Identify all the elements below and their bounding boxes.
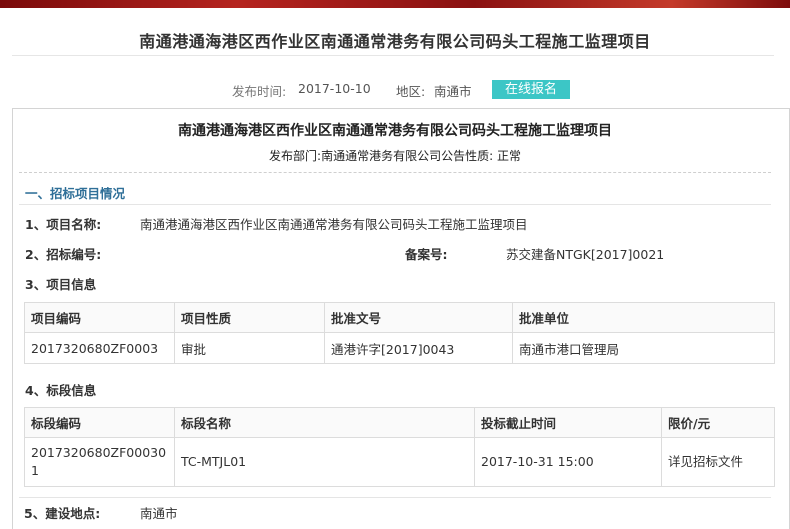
table-header: 限价/元 xyxy=(661,407,775,438)
project-name-value: 南通港通海港区西作业区南通通常港务有限公司码头工程施工监理项目 xyxy=(140,217,528,232)
table-header: 标段编码 xyxy=(24,407,175,438)
region-value: 南通市 xyxy=(434,84,472,99)
publish-time-value: 2017-10-10 xyxy=(298,81,371,96)
record-number-value: 苏交建备NTGK[2017]0021 xyxy=(506,247,665,262)
section-heading: 一、招标项目情况 xyxy=(25,186,126,201)
table-header: 批准单位 xyxy=(512,302,775,333)
document-subtitle: 发布部门:南通通常港务有限公司公告性质: 正常 xyxy=(0,147,790,164)
dept-label: 发布部门: xyxy=(269,149,322,163)
table-header: 标段名称 xyxy=(174,407,475,438)
table-cell: TC-MTJL01 xyxy=(174,437,475,487)
top-banner xyxy=(0,0,790,8)
table-cell: 审批 xyxy=(174,332,325,364)
record-number-label: 备案号: xyxy=(405,247,448,262)
construction-site-value: 南通市 xyxy=(140,506,178,521)
table-cell: 2017-10-31 15:00 xyxy=(474,437,662,487)
table-header-row: 标段编码 标段名称 投标截止时间 限价/元 xyxy=(24,407,775,438)
page-title: 南通港通海港区西作业区南通通常港务有限公司码头工程施工监理项目 xyxy=(139,32,651,51)
dashed-divider xyxy=(19,172,771,173)
section-info-table: 标段编码 标段名称 投标截止时间 限价/元 2017320680ZF000301… xyxy=(24,407,775,487)
publish-time-label: 发布时间: xyxy=(232,84,287,99)
table-cell: 详见招标文件 xyxy=(661,437,775,487)
construction-site-label: 5、建设地点: xyxy=(24,506,101,521)
nature-label: 公告性质: xyxy=(441,149,494,163)
table-header: 项目编码 xyxy=(24,302,175,333)
table-cell: 通港许字[2017]0043 xyxy=(324,332,513,364)
online-signup-button[interactable]: 在线报名 xyxy=(492,80,570,99)
table-cell: 南通市港口管理局 xyxy=(512,332,775,364)
table-row: 2017320680ZF000301 TC-MTJL01 2017-10-31 … xyxy=(24,437,775,487)
region-label: 地区: xyxy=(396,84,426,99)
table-header: 批准文号 xyxy=(324,302,513,333)
divider xyxy=(19,497,771,498)
nature-value: 正常 xyxy=(496,149,521,163)
divider xyxy=(12,55,774,56)
table-header: 投标截止时间 xyxy=(474,407,662,438)
table-header-row: 项目编码 项目性质 批准文号 批准单位 xyxy=(24,302,775,333)
section-info-heading: 4、标段信息 xyxy=(25,383,97,398)
dept-value: 南通通常港务有限公司 xyxy=(321,149,442,163)
table-header: 项目性质 xyxy=(174,302,325,333)
document-title: 南通港通海港区西作业区南通通常港务有限公司码头工程施工监理项目 xyxy=(178,123,612,139)
project-name-label: 1、项目名称: xyxy=(25,217,102,232)
project-info-heading: 3、项目信息 xyxy=(25,277,97,292)
table-cell: 2017320680ZF0003 xyxy=(24,332,175,364)
project-info-table: 项目编码 项目性质 批准文号 批准单位 2017320680ZF0003 审批 … xyxy=(24,302,775,364)
table-cell: 2017320680ZF000301 xyxy=(24,437,175,487)
divider xyxy=(19,204,771,205)
bid-number-label: 2、招标编号: xyxy=(25,247,102,262)
table-row: 2017320680ZF0003 审批 通港许字[2017]0043 南通市港口… xyxy=(24,332,775,364)
